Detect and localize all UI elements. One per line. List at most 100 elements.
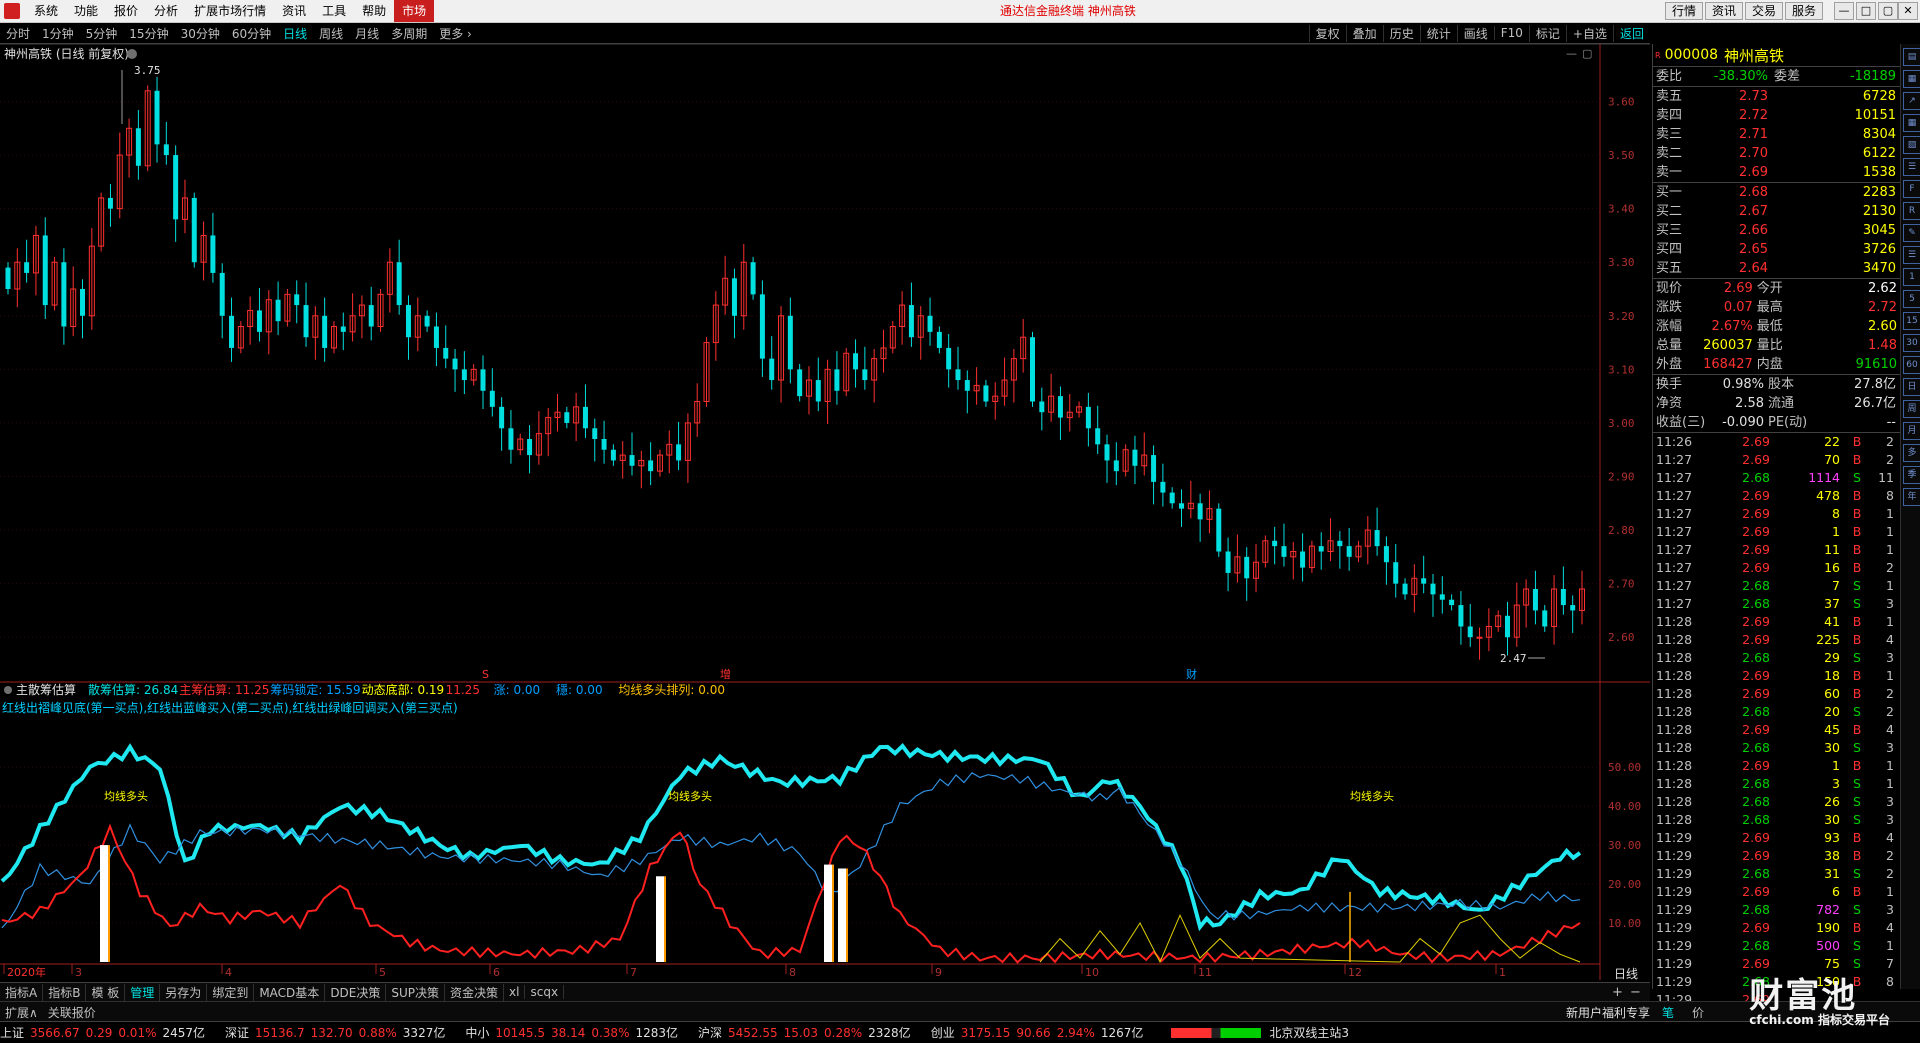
menu-market[interactable]: 市场 [394, 0, 435, 22]
tick-row[interactable]: 11:27 2.69 16 B 2 [1653, 559, 1901, 577]
strip-list-icon[interactable]: ☰ [1903, 246, 1920, 264]
strip-news-icon[interactable]: ☰ [1903, 158, 1920, 176]
restore-icon[interactable]: □ [1856, 2, 1876, 20]
period-weekly[interactable]: 周线 [313, 25, 349, 42]
zoom-in-icon[interactable]: + [1612, 985, 1623, 1000]
strip-pen-icon[interactable]: ✎ [1903, 224, 1920, 242]
tick-row[interactable]: 11:26 2.69 22 B 2 [1653, 433, 1901, 451]
period-30min[interactable]: 30分钟 [175, 25, 226, 42]
tool-stats[interactable]: 统计 [1419, 24, 1457, 42]
strip-rss-icon[interactable]: R [1903, 202, 1920, 220]
top-btn-info[interactable]: 资讯 [1704, 2, 1743, 20]
top-btn-service[interactable]: 服务 [1784, 2, 1823, 20]
tick-row[interactable]: 11:28 2.68 3 S 1 [1653, 775, 1901, 793]
event-marker-s[interactable]: S [482, 668, 489, 681]
tick-row[interactable]: 11:28 2.68 30 S 3 [1653, 739, 1901, 757]
tool-history[interactable]: 历史 [1382, 24, 1420, 42]
menu-info[interactable]: 资讯 [274, 0, 314, 22]
zoom-out-icon[interactable]: − [1630, 985, 1641, 1000]
index-quote[interactable]: 创业 3175.15 90.66 2.94% 1267亿 [931, 1024, 1150, 1041]
indicator-tab[interactable]: 管理 [125, 983, 161, 1001]
strip-year-icon[interactable]: 年 [1903, 488, 1920, 506]
period-monthly[interactable]: 月线 [349, 25, 385, 42]
period-more[interactable]: 更多 › [433, 25, 478, 42]
menu-function[interactable]: 功能 [66, 0, 106, 22]
strip-f10-icon[interactable]: F [1903, 180, 1920, 198]
tick-row[interactable]: 11:27 2.68 37 S 3 [1653, 595, 1901, 613]
tick-row[interactable]: 11:27 2.68 7 S 1 [1653, 577, 1901, 595]
tab-price-mode[interactable]: 价 [1692, 1004, 1704, 1021]
indicator-tab[interactable]: 模 板 [86, 983, 126, 1001]
tool-mark[interactable]: 标记 [1528, 24, 1566, 42]
chart-restore-icon[interactable]: ▢ [1582, 47, 1592, 60]
tab-tick-mode[interactable]: 笔 [1662, 1004, 1674, 1021]
strip-multi-icon[interactable]: 多 [1903, 444, 1920, 462]
tick-row[interactable]: 11:28 2.69 225 B 4 [1653, 631, 1901, 649]
strip-week-icon[interactable]: 周 [1903, 400, 1920, 418]
close-icon[interactable]: ✕ [1898, 2, 1918, 20]
tool-draw[interactable]: 画线 [1456, 24, 1494, 42]
tick-row[interactable]: 11:28 2.69 60 B 2 [1653, 685, 1901, 703]
tick-row[interactable]: 11:27 2.69 1 B 1 [1653, 523, 1901, 541]
strip-60-icon[interactable]: 60 [1903, 356, 1920, 374]
period-daily[interactable]: 日线 [277, 25, 313, 42]
tick-row[interactable]: 11:29 2.68 500 S 1 [1653, 937, 1901, 955]
strip-day-icon[interactable]: 日 [1903, 378, 1920, 396]
tick-list[interactable]: 11:26 2.69 22 B 2 11:27 2.69 70 B 2 11:27 2.68 1114 S… [1653, 433, 1901, 1009]
tick-row[interactable]: 11:29 2.68 782 S 3 [1653, 901, 1901, 919]
strip-30-icon[interactable]: 30 [1903, 334, 1920, 352]
menu-analysis[interactable]: 分析 [146, 0, 186, 22]
tick-row[interactable]: 11:29 2.69 190 B 4 [1653, 919, 1901, 937]
indicator-tab[interactable]: 资金决策 [445, 983, 505, 1001]
tab-extend[interactable]: 扩展∧ [0, 1004, 43, 1021]
menu-help[interactable]: 帮助 [354, 0, 394, 22]
indicator-tab[interactable]: 另存为 [160, 983, 208, 1001]
period-60min[interactable]: 60分钟 [226, 25, 277, 42]
menu-ext-market[interactable]: 扩展市场行情 [186, 0, 274, 22]
tick-row[interactable]: 11:29 2.69 6 B 1 [1653, 883, 1901, 901]
menu-quote[interactable]: 报价 [106, 0, 146, 22]
menu-tools[interactable]: 工具 [314, 0, 354, 22]
tab-related-quote[interactable]: 关联报价 [43, 1004, 101, 1021]
tool-adjust[interactable]: 复权 [1308, 24, 1346, 42]
strip-chart-icon[interactable]: ▤ [1903, 48, 1920, 66]
period-multi[interactable]: 多周期 [385, 25, 433, 42]
indicator-tab[interactable]: MACD基本 [254, 983, 326, 1001]
indicator-tab[interactable]: SUP决策 [386, 983, 446, 1001]
tick-row[interactable]: 11:28 2.68 26 S 3 [1653, 793, 1901, 811]
indicator-tab[interactable]: 指标B [43, 983, 87, 1001]
strip-line-icon[interactable]: ↗ [1903, 92, 1920, 110]
strip-table-icon[interactable]: ▦ [1903, 114, 1920, 132]
tool-overlay[interactable]: 叠加 [1345, 24, 1383, 42]
tick-row[interactable]: 11:27 2.69 8 B 1 [1653, 505, 1901, 523]
period-5min[interactable]: 5分钟 [80, 25, 124, 42]
chart-settings-icon[interactable] [127, 49, 137, 59]
strip-5-icon[interactable]: 5 [1903, 290, 1920, 308]
tick-row[interactable]: 11:28 2.69 18 B 1 [1653, 667, 1901, 685]
server-status[interactable]: 北京双线主站3 [1269, 1024, 1349, 1041]
indicator-tab[interactable]: 绑定到 [207, 983, 255, 1001]
event-marker-add[interactable]: 增 [720, 667, 731, 681]
indicator-tab[interactable]: scqx [525, 985, 565, 999]
chart-minimize-icon[interactable]: — [1566, 47, 1577, 60]
indicator-tab[interactable]: xl [504, 985, 526, 999]
tick-row[interactable]: 11:28 2.68 20 S 2 [1653, 703, 1901, 721]
tick-row[interactable]: 11:27 2.69 11 B 1 [1653, 541, 1901, 559]
tick-row[interactable]: 11:28 2.68 29 S 3 [1653, 649, 1901, 667]
tool-f10[interactable]: F10 [1493, 26, 1529, 40]
tool-add-watch[interactable]: +自选 [1565, 24, 1613, 42]
strip-season-icon[interactable]: 季 [1903, 466, 1920, 484]
tick-row[interactable]: 11:28 2.69 41 B 1 [1653, 613, 1901, 631]
indicator-tab[interactable]: 指标A [0, 983, 44, 1001]
tick-row[interactable]: 11:29 2.69 38 B 2 [1653, 847, 1901, 865]
kline-chart[interactable]: 神州高铁 (日线 前复权) ▢ — 3.75 2.47 3.60 3.50 3.40… [0, 44, 1650, 980]
index-quote[interactable]: 沪深 5452.55 15.03 0.28% 2328亿 [698, 1024, 917, 1041]
tick-row[interactable]: 11:27 2.69 478 B 8 [1653, 487, 1901, 505]
tick-row[interactable]: 11:27 2.68 1114 S 11 [1653, 469, 1901, 487]
tick-row[interactable]: 11:27 2.69 70 B 2 [1653, 451, 1901, 469]
tick-row[interactable]: 11:29 2.68 31 S 2 [1653, 865, 1901, 883]
minimize-icon[interactable]: — [1834, 2, 1854, 20]
tick-row[interactable]: 11:28 2.68 30 S 3 [1653, 811, 1901, 829]
indicator-tab[interactable]: DDE决策 [325, 983, 387, 1001]
top-btn-quote[interactable]: 行情 [1664, 2, 1703, 20]
